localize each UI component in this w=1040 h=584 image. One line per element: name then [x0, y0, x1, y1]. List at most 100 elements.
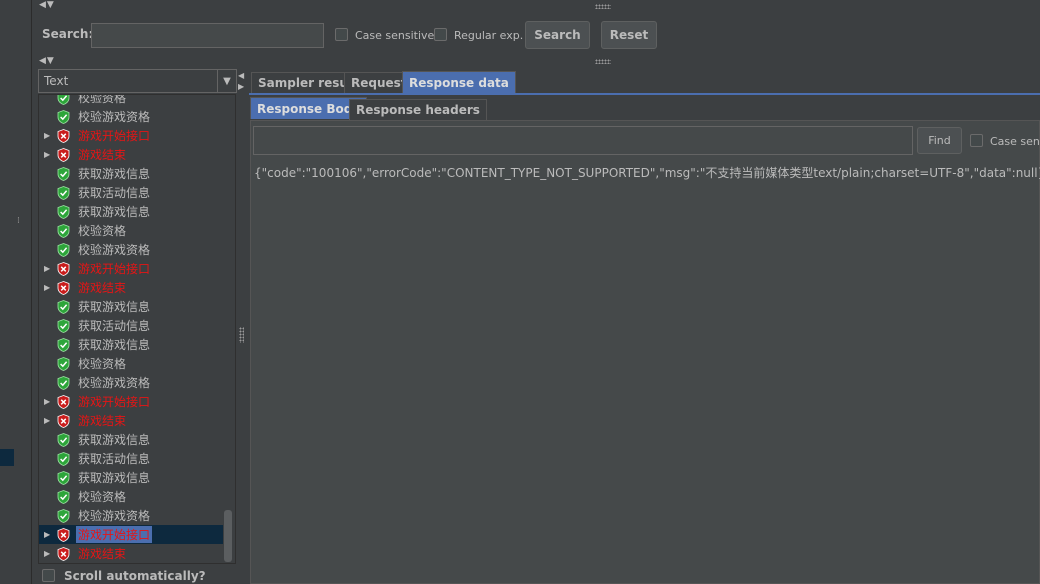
expand-arrow-icon[interactable]: ▶ [44, 549, 52, 558]
tree-row[interactable]: ▶ 游戏开始接口 [39, 392, 223, 411]
success-shield-icon [57, 489, 70, 504]
tree-row[interactable]: 获取游戏信息 [39, 202, 223, 221]
tree-row-label: 获取游戏信息 [78, 167, 151, 181]
tree-row-label: 获取游戏信息 [78, 338, 151, 352]
tree-row[interactable]: 校验资格 [39, 487, 223, 506]
tree-row-label: 校验游戏资格 [78, 376, 151, 390]
tree-row[interactable]: 获取活动信息 [39, 449, 223, 468]
tree-row[interactable]: 获取游戏信息 [39, 468, 223, 487]
success-shield-icon [57, 432, 70, 447]
collapse-arrows-icon[interactable]: ◀▼ [39, 0, 55, 10]
scroll-automatically-checkbox[interactable] [42, 569, 55, 582]
gutter-grip-icon[interactable]: ⁞ [17, 217, 23, 233]
error-shield-icon [57, 147, 70, 162]
vertical-splitter-grip-icon[interactable] [239, 327, 244, 343]
renderer-select-value: Text [44, 74, 69, 88]
success-shield-icon [57, 337, 70, 352]
success-shield-icon [57, 95, 70, 105]
tree-row[interactable]: 校验资格 [39, 354, 223, 373]
error-shield-icon [57, 527, 70, 542]
success-shield-icon [57, 242, 70, 257]
tree-row[interactable]: 获取活动信息 [39, 316, 223, 335]
error-shield-icon [57, 413, 70, 428]
response-body-text[interactable]: {"code":"100106","errorCode":"CONTENT_TY… [254, 164, 1040, 181]
tree-row[interactable]: ▶ 游戏结束 [39, 411, 223, 430]
tree-row-label: 获取游戏信息 [78, 433, 151, 447]
results-tree[interactable]: 校验资格 校验游戏资格 ▶ 游戏开始接口 ▶ 游戏结束 获取游戏信息 获取活动信息 获取游戏信息… [38, 94, 236, 564]
tree-row[interactable]: ▶ 游戏结束 [39, 278, 223, 297]
tree-row[interactable]: ▶ 游戏开始接口 [39, 259, 223, 278]
response-panel [250, 120, 1040, 584]
tree-row-label: 获取活动信息 [78, 319, 151, 333]
tree-row-label: 游戏结束 [78, 281, 127, 295]
success-shield-icon [57, 109, 70, 124]
tree-row[interactable]: ▶ 游戏结束 [39, 544, 223, 563]
find-case-label: Case sensiti [990, 135, 1040, 148]
tree-row-label: 游戏结束 [78, 148, 127, 162]
tree-row-label: 游戏开始接口 [78, 395, 151, 409]
tree-row-label: 校验游戏资格 [78, 509, 151, 523]
success-shield-icon [57, 508, 70, 523]
search-button[interactable]: Search [525, 21, 590, 49]
tree-row[interactable]: ▶ 游戏结束 [39, 145, 223, 164]
tree-row[interactable]: 校验游戏资格 [39, 107, 223, 126]
tree-row[interactable]: 获取游戏信息 [39, 430, 223, 449]
tree-row[interactable]: 校验资格 [39, 221, 223, 240]
tree-row[interactable]: ▶ 游戏开始接口 [39, 525, 223, 544]
renderer-select[interactable]: Text ▼ [38, 69, 237, 93]
success-shield-icon [57, 375, 70, 390]
expand-arrow-icon[interactable]: ▶ [44, 283, 52, 292]
tree-row[interactable]: 校验资格 [39, 94, 223, 107]
success-shield-icon [57, 318, 70, 333]
tree-row-label: 游戏开始接口 [78, 262, 151, 276]
find-case-checkbox[interactable] [970, 134, 983, 147]
splitter-arrows-icon[interactable]: ◀ ▶ [238, 70, 244, 92]
error-shield-icon [57, 261, 70, 276]
tree-row[interactable]: 校验游戏资格 [39, 506, 223, 525]
tree-row[interactable]: 获取游戏信息 [39, 164, 223, 183]
success-shield-icon [57, 204, 70, 219]
top-splitter-grip-icon[interactable] [595, 4, 611, 9]
reset-button[interactable]: Reset [601, 21, 657, 49]
tree-row-label: 获取游戏信息 [78, 471, 151, 485]
tree-row-label: 获取游戏信息 [78, 300, 151, 314]
expand-arrow-icon[interactable]: ▶ [44, 397, 52, 406]
tree-row-label: 校验资格 [78, 357, 127, 371]
error-shield-icon [57, 128, 70, 143]
search-label: Search: [42, 27, 94, 41]
find-button[interactable]: Find [917, 127, 962, 154]
tree-scrollbar-thumb[interactable] [224, 510, 232, 562]
tree-row[interactable]: 获取游戏信息 [39, 335, 223, 354]
expand-arrow-icon[interactable]: ▶ [44, 264, 52, 273]
regex-checkbox[interactable] [434, 28, 447, 41]
tab-response-headers[interactable]: Response headers [349, 99, 487, 120]
tree-row-label: 游戏开始接口 [76, 526, 153, 543]
error-shield-icon [57, 546, 70, 561]
error-shield-icon [57, 280, 70, 295]
error-shield-icon [57, 394, 70, 409]
tree-row[interactable]: 校验游戏资格 [39, 240, 223, 259]
success-shield-icon [57, 166, 70, 181]
success-shield-icon [57, 299, 70, 314]
chevron-down-icon[interactable]: ▼ [217, 70, 236, 92]
tree-row[interactable]: 获取活动信息 [39, 183, 223, 202]
search-input[interactable] [91, 23, 324, 48]
find-input[interactable] [253, 126, 913, 155]
tree-row[interactable]: ▶ 游戏开始接口 [39, 126, 223, 145]
expand-arrow-icon[interactable]: ▶ [44, 150, 52, 159]
case-sensitive-checkbox[interactable] [335, 28, 348, 41]
tree-row[interactable]: 校验游戏资格 [39, 373, 223, 392]
success-shield-icon [57, 470, 70, 485]
expand-arrow-icon[interactable]: ▶ [44, 530, 52, 539]
tree-row-label: 校验资格 [78, 94, 127, 105]
expand-arrow-icon[interactable]: ▶ [44, 131, 52, 140]
success-shield-icon [57, 451, 70, 466]
tree-row[interactable]: 获取游戏信息 [39, 297, 223, 316]
case-sensitive-label: Case sensitive [355, 29, 435, 42]
tree-row-label: 校验资格 [78, 224, 127, 238]
gutter-selection-marker [0, 449, 14, 466]
tab-response-data[interactable]: Response data [402, 71, 516, 93]
collapse-arrows-icon[interactable]: ◀▼ [39, 56, 55, 66]
middle-splitter-grip-icon[interactable] [595, 59, 611, 64]
expand-arrow-icon[interactable]: ▶ [44, 416, 52, 425]
